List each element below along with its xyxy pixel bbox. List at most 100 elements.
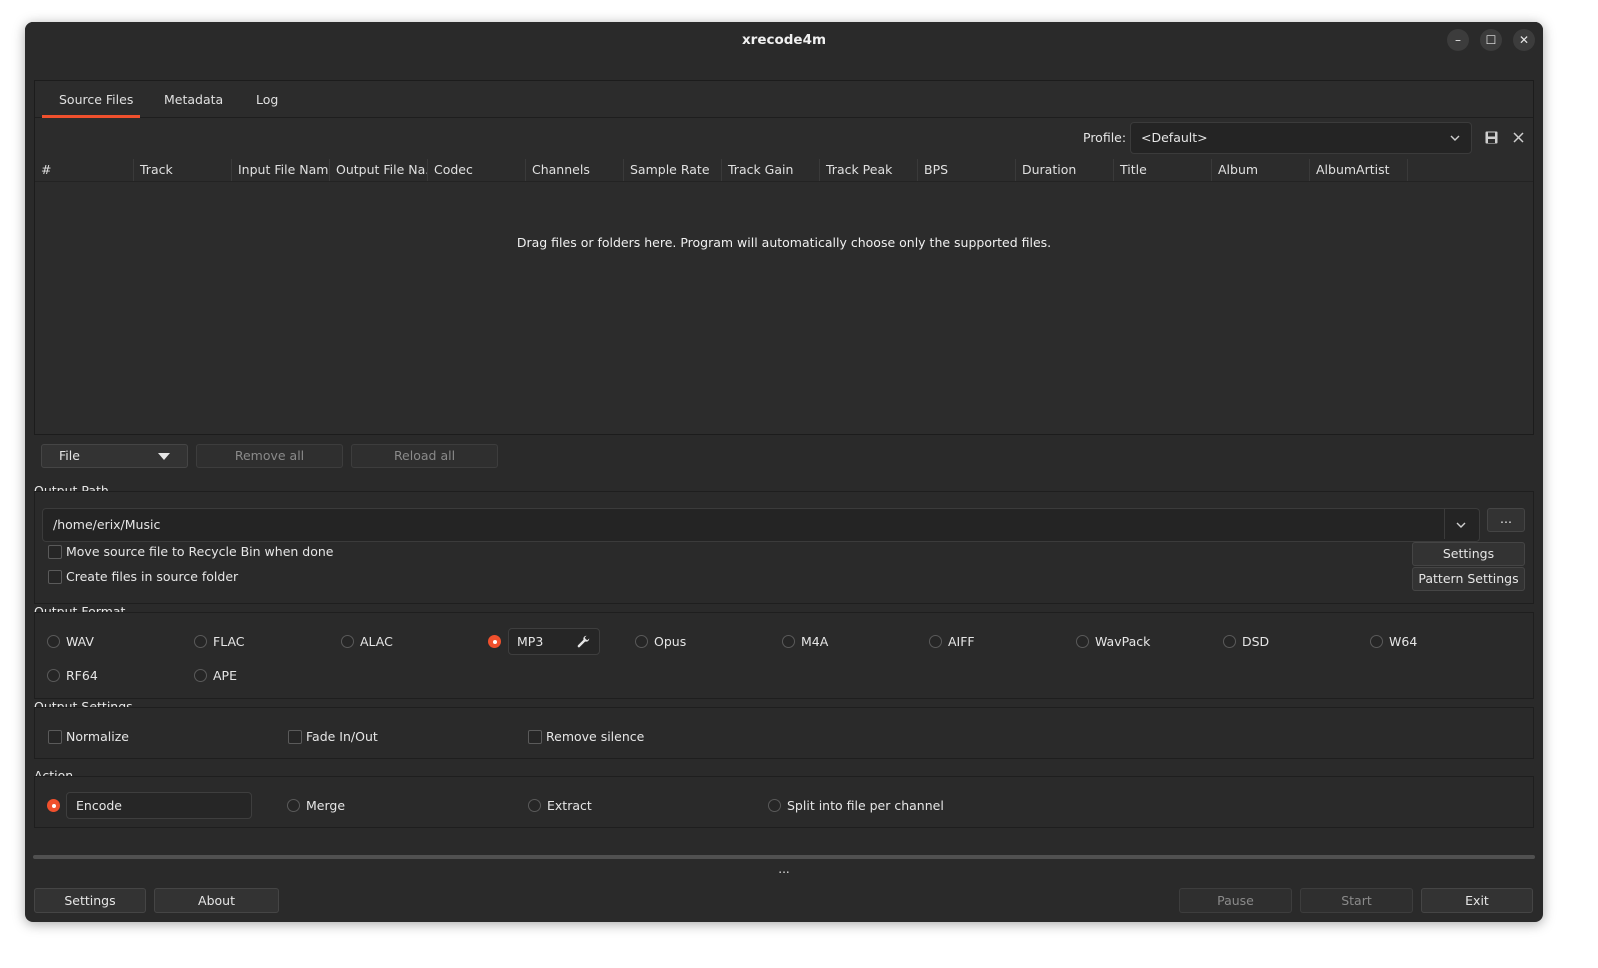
remove-silence-checkbox[interactable] [528,730,542,744]
column-header[interactable]: Title [1114,159,1212,181]
column-header[interactable]: Channels [526,159,624,181]
format-label-flac[interactable]: FLAC [213,634,245,649]
close-button[interactable]: ✕ [1513,29,1535,51]
remove-silence-label[interactable]: Remove silence [546,729,644,744]
format-label-wavpack[interactable]: WavPack [1095,634,1150,649]
progress-status: ... [778,862,790,876]
app-window: xrecode4m – ☐ ✕ Source Files Metadata Lo… [25,22,1543,922]
encode-option-box[interactable]: Encode [66,792,252,819]
maximize-button[interactable]: ☐ [1480,29,1502,51]
mp3-options-button[interactable]: MP3 [508,628,600,655]
file-menu-button[interactable]: File [41,444,188,468]
column-header[interactable]: Track Gain [722,159,820,181]
column-header[interactable]: Codec [428,159,526,181]
column-header[interactable]: Album [1212,159,1310,181]
close-icon: ✕ [1518,33,1530,47]
wrench-icon [577,635,590,648]
pause-button[interactable]: Pause [1179,888,1292,913]
action-radio-merge[interactable] [287,799,300,812]
format-radio-m4a[interactable] [782,635,795,648]
format-label-opus[interactable]: Opus [654,634,686,649]
settings-button[interactable]: Settings [34,888,146,913]
path-settings-button[interactable]: Settings [1412,542,1525,566]
output-settings-group [34,707,1534,759]
column-header[interactable]: Input File Name [232,159,330,181]
format-radio-ape[interactable] [194,669,207,682]
format-radio-wav[interactable] [47,635,60,648]
chevron-down-icon [1450,135,1460,141]
active-tab-indicator [42,115,140,118]
format-label-mp3: MP3 [517,634,544,649]
browse-button[interactable]: ... [1487,508,1525,532]
save-icon[interactable] [1485,131,1498,144]
column-header[interactable]: Output File Na... [330,159,428,181]
reload-all-button[interactable]: Reload all [351,444,498,468]
remove-all-button[interactable]: Remove all [196,444,343,468]
format-label-ape[interactable]: APE [213,668,237,683]
create-in-source-checkbox[interactable] [48,570,62,584]
format-label-aiff[interactable]: AIFF [948,634,975,649]
tab-metadata[interactable]: Metadata [164,92,223,107]
title-bar: xrecode4m – ☐ ✕ [25,22,1543,58]
profile-select[interactable]: <Default> [1130,122,1472,154]
start-button[interactable]: Start [1300,888,1413,913]
format-radio-aiff[interactable] [929,635,942,648]
column-header[interactable]: Sample Rate [624,159,722,181]
tab-source-files[interactable]: Source Files [59,92,133,107]
action-radio-split[interactable] [768,799,781,812]
column-header[interactable]: Duration [1016,159,1114,181]
action-radio-extract[interactable] [528,799,541,812]
format-label-m4a[interactable]: M4A [801,634,828,649]
format-label-dsd[interactable]: DSD [1242,634,1269,649]
format-label-wav[interactable]: WAV [66,634,94,649]
drop-zone-hint: Drag files or folders here. Program will… [516,235,1052,250]
format-radio-dsd[interactable] [1223,635,1236,648]
action-label-encode: Encode [76,798,122,813]
window-title: xrecode4m [741,32,827,48]
format-label-alac[interactable]: ALAC [360,634,393,649]
combo-divider [1444,509,1445,539]
exit-button[interactable]: Exit [1421,888,1533,913]
output-path-combo[interactable]: /home/erix/Music [42,508,1480,542]
column-header[interactable]: BPS [918,159,1016,181]
create-in-source-label[interactable]: Create files in source folder [66,569,238,584]
format-radio-opus[interactable] [635,635,648,648]
format-radio-rf64[interactable] [47,669,60,682]
format-radio-mp3[interactable] [488,635,501,648]
pattern-settings-button[interactable]: Pattern Settings [1412,567,1525,591]
action-label-extract[interactable]: Extract [547,798,592,813]
about-button[interactable]: About [154,888,279,913]
clear-profile-icon[interactable] [1513,132,1524,143]
fade-label[interactable]: Fade In/Out [306,729,378,744]
move-to-recycle-label[interactable]: Move source file to Recycle Bin when don… [66,544,333,559]
column-header[interactable]: # [35,159,134,181]
format-radio-wavpack[interactable] [1076,635,1089,648]
tab-bar: Source Files Metadata Log [35,81,1533,118]
move-to-recycle-checkbox[interactable] [48,545,62,559]
column-header[interactable]: Track [134,159,232,181]
normalize-label[interactable]: Normalize [66,729,129,744]
action-radio-encode[interactable] [47,799,60,812]
table-header: # Track Input File Name Output File Na..… [35,159,1533,182]
profile-label: Profile: [1083,130,1127,145]
tab-log[interactable]: Log [256,92,278,107]
normalize-checkbox[interactable] [48,730,62,744]
format-label-w64[interactable]: W64 [1389,634,1417,649]
output-path-value: /home/erix/Music [53,517,161,532]
format-radio-alac[interactable] [341,635,354,648]
file-menu-label: File [59,448,80,463]
progress-bar [33,855,1535,859]
format-label-rf64[interactable]: RF64 [66,668,98,683]
fade-checkbox[interactable] [288,730,302,744]
action-label-split[interactable]: Split into file per channel [787,798,944,813]
source-files-panel: Source Files Metadata Log Profile: <Defa… [34,80,1534,435]
minimize-button[interactable]: – [1447,29,1469,51]
minimize-icon: – [1455,33,1461,47]
format-radio-w64[interactable] [1370,635,1383,648]
column-header[interactable]: AlbumArtist [1310,159,1408,181]
dropdown-arrow-icon [158,453,170,460]
action-label-merge[interactable]: Merge [306,798,345,813]
format-radio-flac[interactable] [194,635,207,648]
column-header[interactable]: Track Peak [820,159,918,181]
profile-value: <Default> [1141,130,1208,145]
